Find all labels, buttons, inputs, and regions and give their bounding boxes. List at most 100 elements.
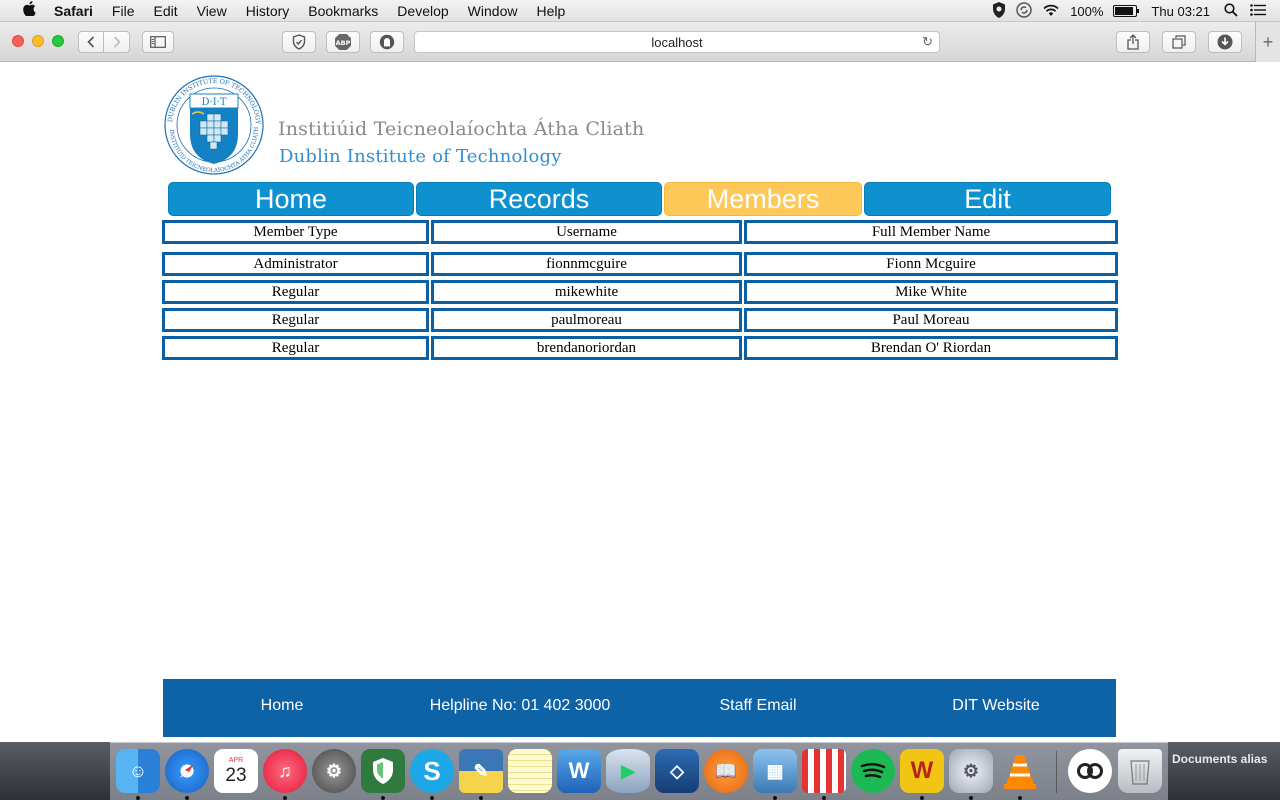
logo-initials: D·I·T [202,97,227,108]
running-indicator [969,796,973,800]
preview-icon[interactable]: ▦ [753,749,797,793]
minimize-window-button[interactable] [32,35,44,47]
running-indicator [920,796,924,800]
battery-icon[interactable] [1113,5,1140,17]
ibooks-icon[interactable]: 📖 [704,749,748,793]
downloads-button[interactable] [1208,31,1242,53]
chevron-right-icon [113,36,121,48]
menu-develop[interactable]: Develop [397,3,448,19]
tab-overview-button[interactable] [1162,31,1196,53]
address-bar[interactable]: localhost ↻ [414,31,940,53]
finder-icon[interactable]: ☺ [116,749,160,793]
status-area: 100% Thu 03:21 [982,0,1266,22]
running-indicator [479,796,483,800]
notes-icon[interactable] [508,749,552,793]
nav-home[interactable]: Home [168,182,414,216]
spotlight-search-icon[interactable] [1224,2,1238,20]
running-indicator [430,796,434,800]
running-indicator [185,796,189,800]
virtualbox-icon[interactable]: ◇ [655,749,699,793]
footer-helpline[interactable]: Helpline No: 01 402 3000 [430,697,611,715]
shield-icon [292,34,306,50]
menu-history[interactable]: History [246,3,290,19]
menu-view[interactable]: View [197,3,227,19]
nav-records[interactable]: Records [416,182,662,216]
battery-percent: 100% [1070,3,1104,19]
table-cell-username: mikewhite [431,280,742,304]
documents-stack-label[interactable]: Documents alias [1172,752,1267,766]
ghostery-icon [379,34,395,50]
table-cell-member-type: Regular [162,336,429,360]
word-icon[interactable]: W [557,749,601,793]
nav-members[interactable]: Members [664,182,862,216]
url-text: localhost [651,34,703,50]
site-footer: Home Helpline No: 01 402 3000 Staff Emai… [163,679,1116,737]
table-cell-username: fionnmcguire [431,252,742,276]
footer-link-dit-website[interactable]: DIT Website [952,697,1039,715]
clock[interactable]: Thu 03:21 [1151,4,1210,19]
table-cell-full-name: Fionn Mcguire [744,252,1118,276]
reload-icon[interactable]: ↻ [922,34,933,50]
table-cell-username: paulmoreau [431,308,742,332]
nav-edit[interactable]: Edit [864,182,1111,216]
menu-edit[interactable]: Edit [153,3,177,19]
table-header-member-type: Member Type [162,220,429,244]
table-cell-full-name: Mike White [744,280,1118,304]
running-indicator [822,796,826,800]
running-indicator [1018,796,1022,800]
sequel-db-icon[interactable]: ▶ [606,749,650,793]
footer-link-staff-email[interactable]: Staff Email [719,697,796,715]
apple-menu-icon[interactable] [20,1,38,20]
system-preferences-icon[interactable]: ⚙ [312,749,356,793]
link-icon[interactable] [1068,749,1112,793]
menu-window[interactable]: Window [468,3,518,19]
ghostery-extension-button[interactable] [370,31,404,53]
menu-file[interactable]: File [112,3,135,19]
running-indicator [381,796,385,800]
tabs-icon [1172,35,1186,49]
table-cell-full-name: Paul Moreau [744,308,1118,332]
menu-bookmarks[interactable]: Bookmarks [308,3,378,19]
menu-help[interactable]: Help [536,3,565,19]
forward-button[interactable] [104,31,130,53]
close-window-button[interactable] [12,35,24,47]
wifi-icon[interactable] [1042,3,1060,20]
dit-logo[interactable]: DUBLIN INSTITUTE OF TECHNOLOGY INSTITIÚI… [160,72,268,178]
privacy-extension-button[interactable] [282,31,316,53]
table-cell-member-type: Administrator [162,252,429,276]
notification-center-icon[interactable] [1250,3,1266,19]
sidebar-toggle-button[interactable] [142,31,174,53]
settings-gear-icon[interactable]: ⚙ [949,749,993,793]
chevron-left-icon [87,36,95,48]
python-launcher-icon[interactable]: ✎ [459,749,503,793]
zoom-window-button[interactable] [52,35,64,47]
back-button[interactable] [78,31,104,53]
skype-icon[interactable]: S [410,749,454,793]
running-indicator [773,796,777,800]
adguard-icon[interactable] [361,749,405,793]
itunes-icon[interactable]: ♫ [263,749,307,793]
popcorn-time-icon[interactable] [802,749,846,793]
download-icon [1217,34,1233,50]
share-button[interactable] [1116,31,1150,53]
filezilla-icon[interactable]: W [900,749,944,793]
sync-icon[interactable] [1016,1,1032,21]
vpn-shield-icon[interactable] [992,1,1006,21]
new-tab-button[interactable]: + [1255,22,1280,62]
abp-label: ABP [336,39,351,47]
table-cell-username: brendanoriordan [431,336,742,360]
adblock-extension-button[interactable]: ABP [326,31,360,53]
spotify-icon[interactable] [851,749,895,793]
institute-name-english: Dublin Institute of Technology [279,146,562,167]
abp-icon: ABP [335,34,351,50]
dock: ☺ APR 23 ♫ ⚙ S ✎ W ▶ ◇ 📖 ▦ W ⚙ [110,742,1168,800]
table-header-username: Username [431,220,742,244]
trash-icon[interactable] [1118,749,1162,793]
table-cell-member-type: Regular [162,308,429,332]
menu-app-safari[interactable]: Safari [54,3,93,19]
safari-icon[interactable] [165,749,209,793]
vlc-icon[interactable] [998,749,1042,793]
footer-link-home[interactable]: Home [261,697,304,715]
calendar-icon[interactable]: APR 23 [214,749,258,793]
dock-separator [1056,751,1057,793]
